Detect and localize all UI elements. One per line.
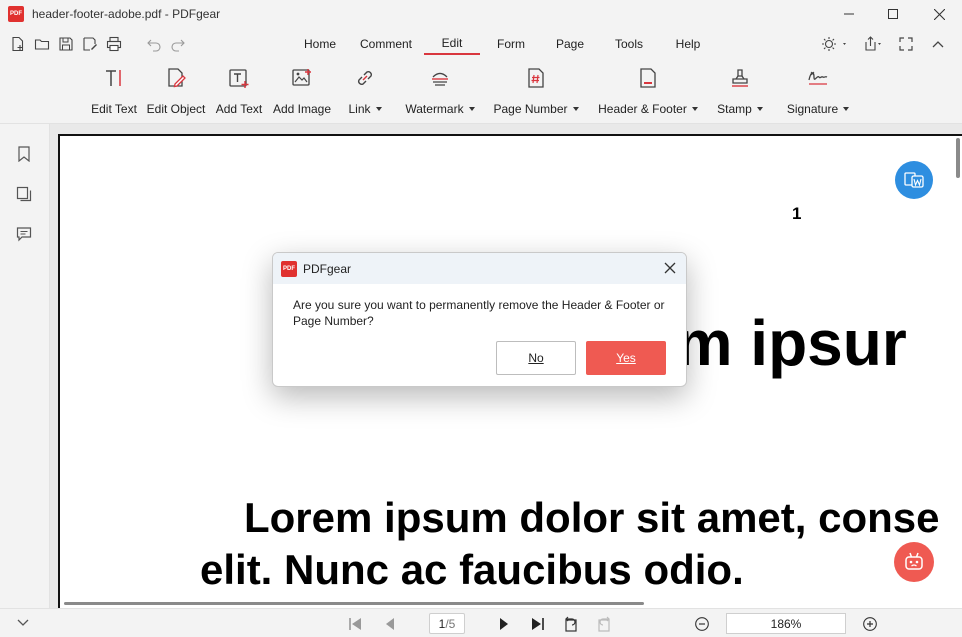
comments-panel-icon[interactable] (14, 224, 34, 244)
redo-icon[interactable] (169, 35, 187, 53)
paragraph-line-2: elit. Nunc ac faucibus odio. (200, 546, 744, 593)
tab-edit[interactable]: Edit (424, 33, 480, 55)
header-footer-button[interactable]: Header & Footer (596, 66, 700, 120)
collapse-ribbon-icon[interactable] (928, 35, 948, 53)
edit-text-icon (102, 66, 126, 90)
add-text-button[interactable]: Add Text (215, 66, 263, 120)
page-number-button[interactable]: Page Number (492, 66, 580, 120)
convert-word-icon (904, 172, 924, 188)
app-logo-icon: PDF (8, 6, 24, 22)
tab-page[interactable]: Page (550, 33, 590, 55)
zoom-in-icon[interactable] (861, 615, 879, 633)
signature-button[interactable]: Signature (785, 66, 851, 120)
save-as-icon[interactable] (81, 35, 99, 53)
close-window-button[interactable] (916, 0, 962, 28)
dialog-header: PDF PDFgear (273, 253, 686, 284)
watermark-button[interactable]: Watermark (404, 66, 476, 120)
maximize-button[interactable] (870, 0, 916, 28)
title-bar: PDF header-footer-adobe.pdf - PDFgear (0, 0, 962, 28)
link-button[interactable]: Link (345, 66, 385, 120)
page-number-icon (524, 66, 548, 90)
tab-form[interactable]: Form (490, 33, 532, 55)
next-page-icon[interactable] (495, 615, 513, 633)
robot-icon (905, 552, 923, 570)
previous-page-icon[interactable] (381, 615, 399, 633)
stamp-icon (728, 66, 752, 90)
dialog-message: Are you sure you want to permanently rem… (293, 298, 665, 328)
new-file-icon[interactable] (9, 35, 27, 53)
close-icon (664, 262, 676, 274)
tab-tools[interactable]: Tools (607, 33, 651, 55)
edit-object-button[interactable]: Edit Object (145, 66, 207, 120)
menu-bar: Home Comment Edit Form Page Tools Help (0, 28, 962, 60)
edit-object-icon (164, 66, 188, 90)
horizontal-scrollbar[interactable] (64, 602, 644, 605)
edit-text-button[interactable]: Edit Text (90, 66, 138, 120)
last-page-icon[interactable] (529, 615, 547, 633)
convert-to-word-button[interactable] (895, 161, 933, 199)
no-button[interactable]: No (496, 341, 576, 375)
zoom-level-field[interactable]: 186% (726, 613, 846, 634)
tab-comment[interactable]: Comment (352, 33, 420, 55)
header-footer-icon (636, 66, 660, 90)
yes-button[interactable]: Yes (586, 341, 666, 375)
first-page-icon[interactable] (346, 615, 364, 633)
add-text-icon (227, 66, 251, 90)
rotate-back-icon[interactable] (562, 615, 580, 633)
save-icon[interactable] (57, 35, 75, 53)
window-title: header-footer-adobe.pdf - PDFgear (32, 7, 221, 21)
stamp-button[interactable]: Stamp (716, 66, 764, 120)
confirm-remove-dialog: PDF PDFgear Are you sure you want to per… (272, 252, 687, 387)
open-folder-icon[interactable] (33, 35, 51, 53)
watermark-icon (428, 66, 452, 90)
link-icon (353, 66, 377, 90)
vertical-scrollbar[interactable] (956, 138, 960, 178)
tab-home[interactable]: Home (298, 33, 342, 55)
dialog-title: PDFgear (303, 261, 352, 276)
edit-ribbon: Edit Text Edit Object Add Text Add Image… (0, 60, 962, 124)
zoom-out-icon[interactable] (693, 615, 711, 633)
theme-icon[interactable] (820, 35, 852, 53)
dialog-close-button[interactable] (662, 260, 678, 276)
paragraph-line-1: Lorem ipsum dolor sit amet, conse (244, 494, 940, 541)
page-number-text: 1 (792, 204, 802, 223)
chevron-down-icon[interactable] (14, 615, 32, 631)
app-logo-icon: PDF (281, 260, 297, 277)
undo-icon[interactable] (145, 35, 163, 53)
minimize-button[interactable] (826, 0, 872, 28)
tab-help[interactable]: Help (668, 33, 708, 55)
add-image-button[interactable]: Add Image (272, 66, 332, 120)
print-icon[interactable] (105, 35, 123, 53)
ai-assistant-button[interactable] (894, 542, 934, 582)
bookmark-icon[interactable] (14, 144, 34, 164)
left-sidebar (0, 124, 50, 637)
rotate-forward-icon[interactable] (595, 615, 613, 633)
thumbnails-icon[interactable] (14, 184, 34, 204)
fullscreen-icon[interactable] (896, 35, 916, 53)
signature-icon (806, 66, 830, 90)
page-input[interactable]: 1/5 (429, 613, 465, 634)
status-bar: 1/5 186% (0, 608, 962, 637)
share-icon[interactable] (862, 35, 884, 53)
add-image-icon (290, 66, 314, 90)
